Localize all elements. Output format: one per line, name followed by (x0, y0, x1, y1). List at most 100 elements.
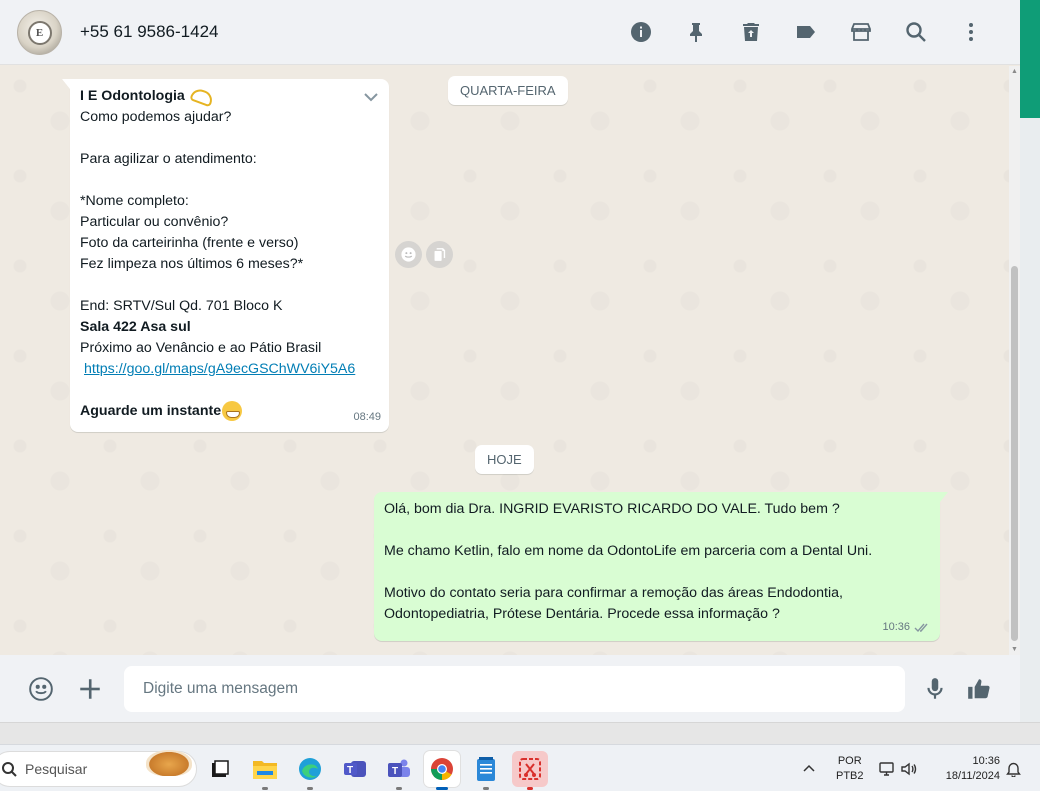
message-line: Me chamo Ketlin, falo em nome da OdontoL… (384, 543, 873, 559)
tray-overflow-button[interactable] (802, 745, 816, 791)
taskbar-snipping-tool[interactable] (512, 751, 548, 790)
scroll-down-arrow-icon[interactable]: ▼ (1011, 646, 1018, 653)
plus-icon (80, 679, 100, 699)
date-separator: HOJE (475, 445, 534, 474)
folder-icon (253, 761, 277, 779)
label-icon (796, 26, 815, 38)
menu-button[interactable] (943, 17, 998, 47)
pin-button[interactable] (668, 17, 723, 47)
network-icon (879, 761, 894, 776)
search-label: Pesquisar (25, 761, 88, 777)
message-line: Particular ou convênio? (80, 214, 229, 230)
message-menu-button[interactable] (363, 89, 379, 105)
message-input[interactable] (124, 666, 905, 712)
input-language[interactable]: POR PTB2 (836, 754, 864, 784)
chrome-icon (431, 758, 453, 780)
taskbar-teams[interactable]: T (381, 751, 417, 790)
attach-button[interactable] (75, 674, 105, 704)
maps-link[interactable]: https://goo.gl/maps/gA9ecGSChWV6iY5A6 (80, 361, 355, 377)
copy-button[interactable] (426, 241, 453, 268)
desktop-gap (0, 722, 1040, 744)
taskbar-notepad[interactable] (468, 751, 504, 790)
message-sender: I E Odontologia (80, 86, 379, 107)
header-actions (613, 17, 998, 47)
message-line: *Nome completo: (80, 193, 189, 209)
date-separator: QUARTA-FEIRA (448, 76, 568, 105)
message-line: Como podemos ajudar? (80, 109, 232, 125)
store-icon (850, 23, 871, 41)
closing-text: Aguarde um instante (80, 403, 222, 419)
taskbar-explorer[interactable] (247, 751, 283, 790)
language-code: POR (837, 755, 862, 767)
taskbar-edge[interactable] (292, 751, 328, 790)
sender-name: I E Odontologia (80, 88, 185, 104)
pin-icon (689, 23, 702, 42)
label-button[interactable] (778, 17, 833, 47)
delete-button[interactable] (723, 17, 778, 47)
emoji-button[interactable] (26, 674, 56, 704)
chat-scrollbar[interactable]: ▲ ▼ (1009, 66, 1020, 656)
windows-taskbar: Pesquisar T T POR PTB2 10:36 18/11/2024 (0, 744, 1040, 791)
task-view-icon (212, 760, 229, 777)
react-button[interactable] (395, 241, 422, 268)
message-line: Olá, bom dia Dra. INGRID EVARISTO RICARD… (384, 501, 840, 517)
trash-icon (742, 23, 759, 41)
snipping-tool-icon (519, 758, 541, 780)
scroll-up-arrow-icon[interactable]: ▲ (1011, 68, 1018, 75)
clock-time: 10:36 (972, 755, 1000, 767)
teams-classic-icon: T (344, 761, 366, 777)
microphone-icon (927, 678, 943, 699)
message-line: Para agilizar o atendimento: (80, 151, 257, 167)
chat-header: E +55 61 9586-1424 (0, 0, 1020, 65)
search-button[interactable] (888, 17, 943, 47)
contact-name[interactable]: +55 61 9586-1424 (80, 22, 219, 42)
voice-button[interactable] (920, 674, 950, 704)
kebab-menu-icon (968, 23, 973, 41)
message-line: Odontopediatria, Prótese Dentária. Proce… (384, 606, 780, 622)
message-composer (0, 655, 1020, 722)
message-line: Foto da carteirinha (frente e verso) (80, 235, 299, 251)
search-icon (2, 762, 17, 777)
catalog-button[interactable] (833, 17, 888, 47)
window-edge (1020, 0, 1040, 722)
clock-date: 18/11/2024 (945, 770, 1000, 782)
message-line (80, 128, 379, 149)
incoming-message[interactable]: I E Odontologia Como podemos ajudar? Par… (62, 79, 389, 432)
like-button[interactable] (964, 674, 994, 704)
message-line (80, 380, 379, 401)
message-list[interactable]: QUARTA-FEIRA I E Odontologia Como podemo… (0, 66, 1009, 655)
message-meta: 10:36 (882, 617, 930, 638)
double-check-icon (914, 623, 928, 633)
svg-text:T: T (347, 765, 353, 776)
smiley-icon (401, 247, 416, 262)
message-line (384, 562, 930, 583)
contact-avatar[interactable]: E (17, 10, 62, 55)
message-line (80, 275, 379, 296)
ring-emoji-icon (189, 86, 215, 107)
taskbar-teams-classic[interactable]: T (337, 751, 373, 787)
info-icon (630, 22, 651, 42)
volume-icon (901, 762, 917, 775)
network-volume-tray[interactable] (878, 745, 918, 791)
scrollbar-thumb[interactable] (1011, 266, 1018, 641)
taskbar-task-view[interactable] (202, 751, 238, 787)
avatar-logo: E (27, 20, 52, 45)
keyboard-layout: PTB2 (836, 770, 864, 782)
message-time: 10:36 (882, 621, 910, 633)
system-clock[interactable]: 10:36 18/11/2024 (934, 754, 1000, 784)
search-highlight-pie-icon[interactable] (146, 750, 192, 776)
notifications-button[interactable] (1006, 745, 1021, 791)
thumbs-up-icon (968, 679, 990, 699)
outgoing-message[interactable]: Olá, bom dia Dra. INGRID EVARISTO RICARD… (374, 492, 948, 641)
message-closing: Aguarde um instante (80, 401, 379, 422)
message-line: Fez limpeza nos últimos 6 meses?* (80, 256, 304, 272)
info-button[interactable] (613, 17, 668, 47)
search-icon (905, 22, 926, 42)
emoji-icon (29, 677, 53, 701)
message-line: Próximo ao Venâncio e ao Pátio Brasil (80, 340, 322, 356)
taskbar-chrome[interactable] (424, 751, 460, 790)
edge-icon (299, 758, 321, 780)
message-time: 08:49 (353, 411, 381, 423)
message-line: End: SRTV/Sul Qd. 701 Bloco K (80, 298, 283, 314)
accent-bar (1020, 0, 1040, 118)
